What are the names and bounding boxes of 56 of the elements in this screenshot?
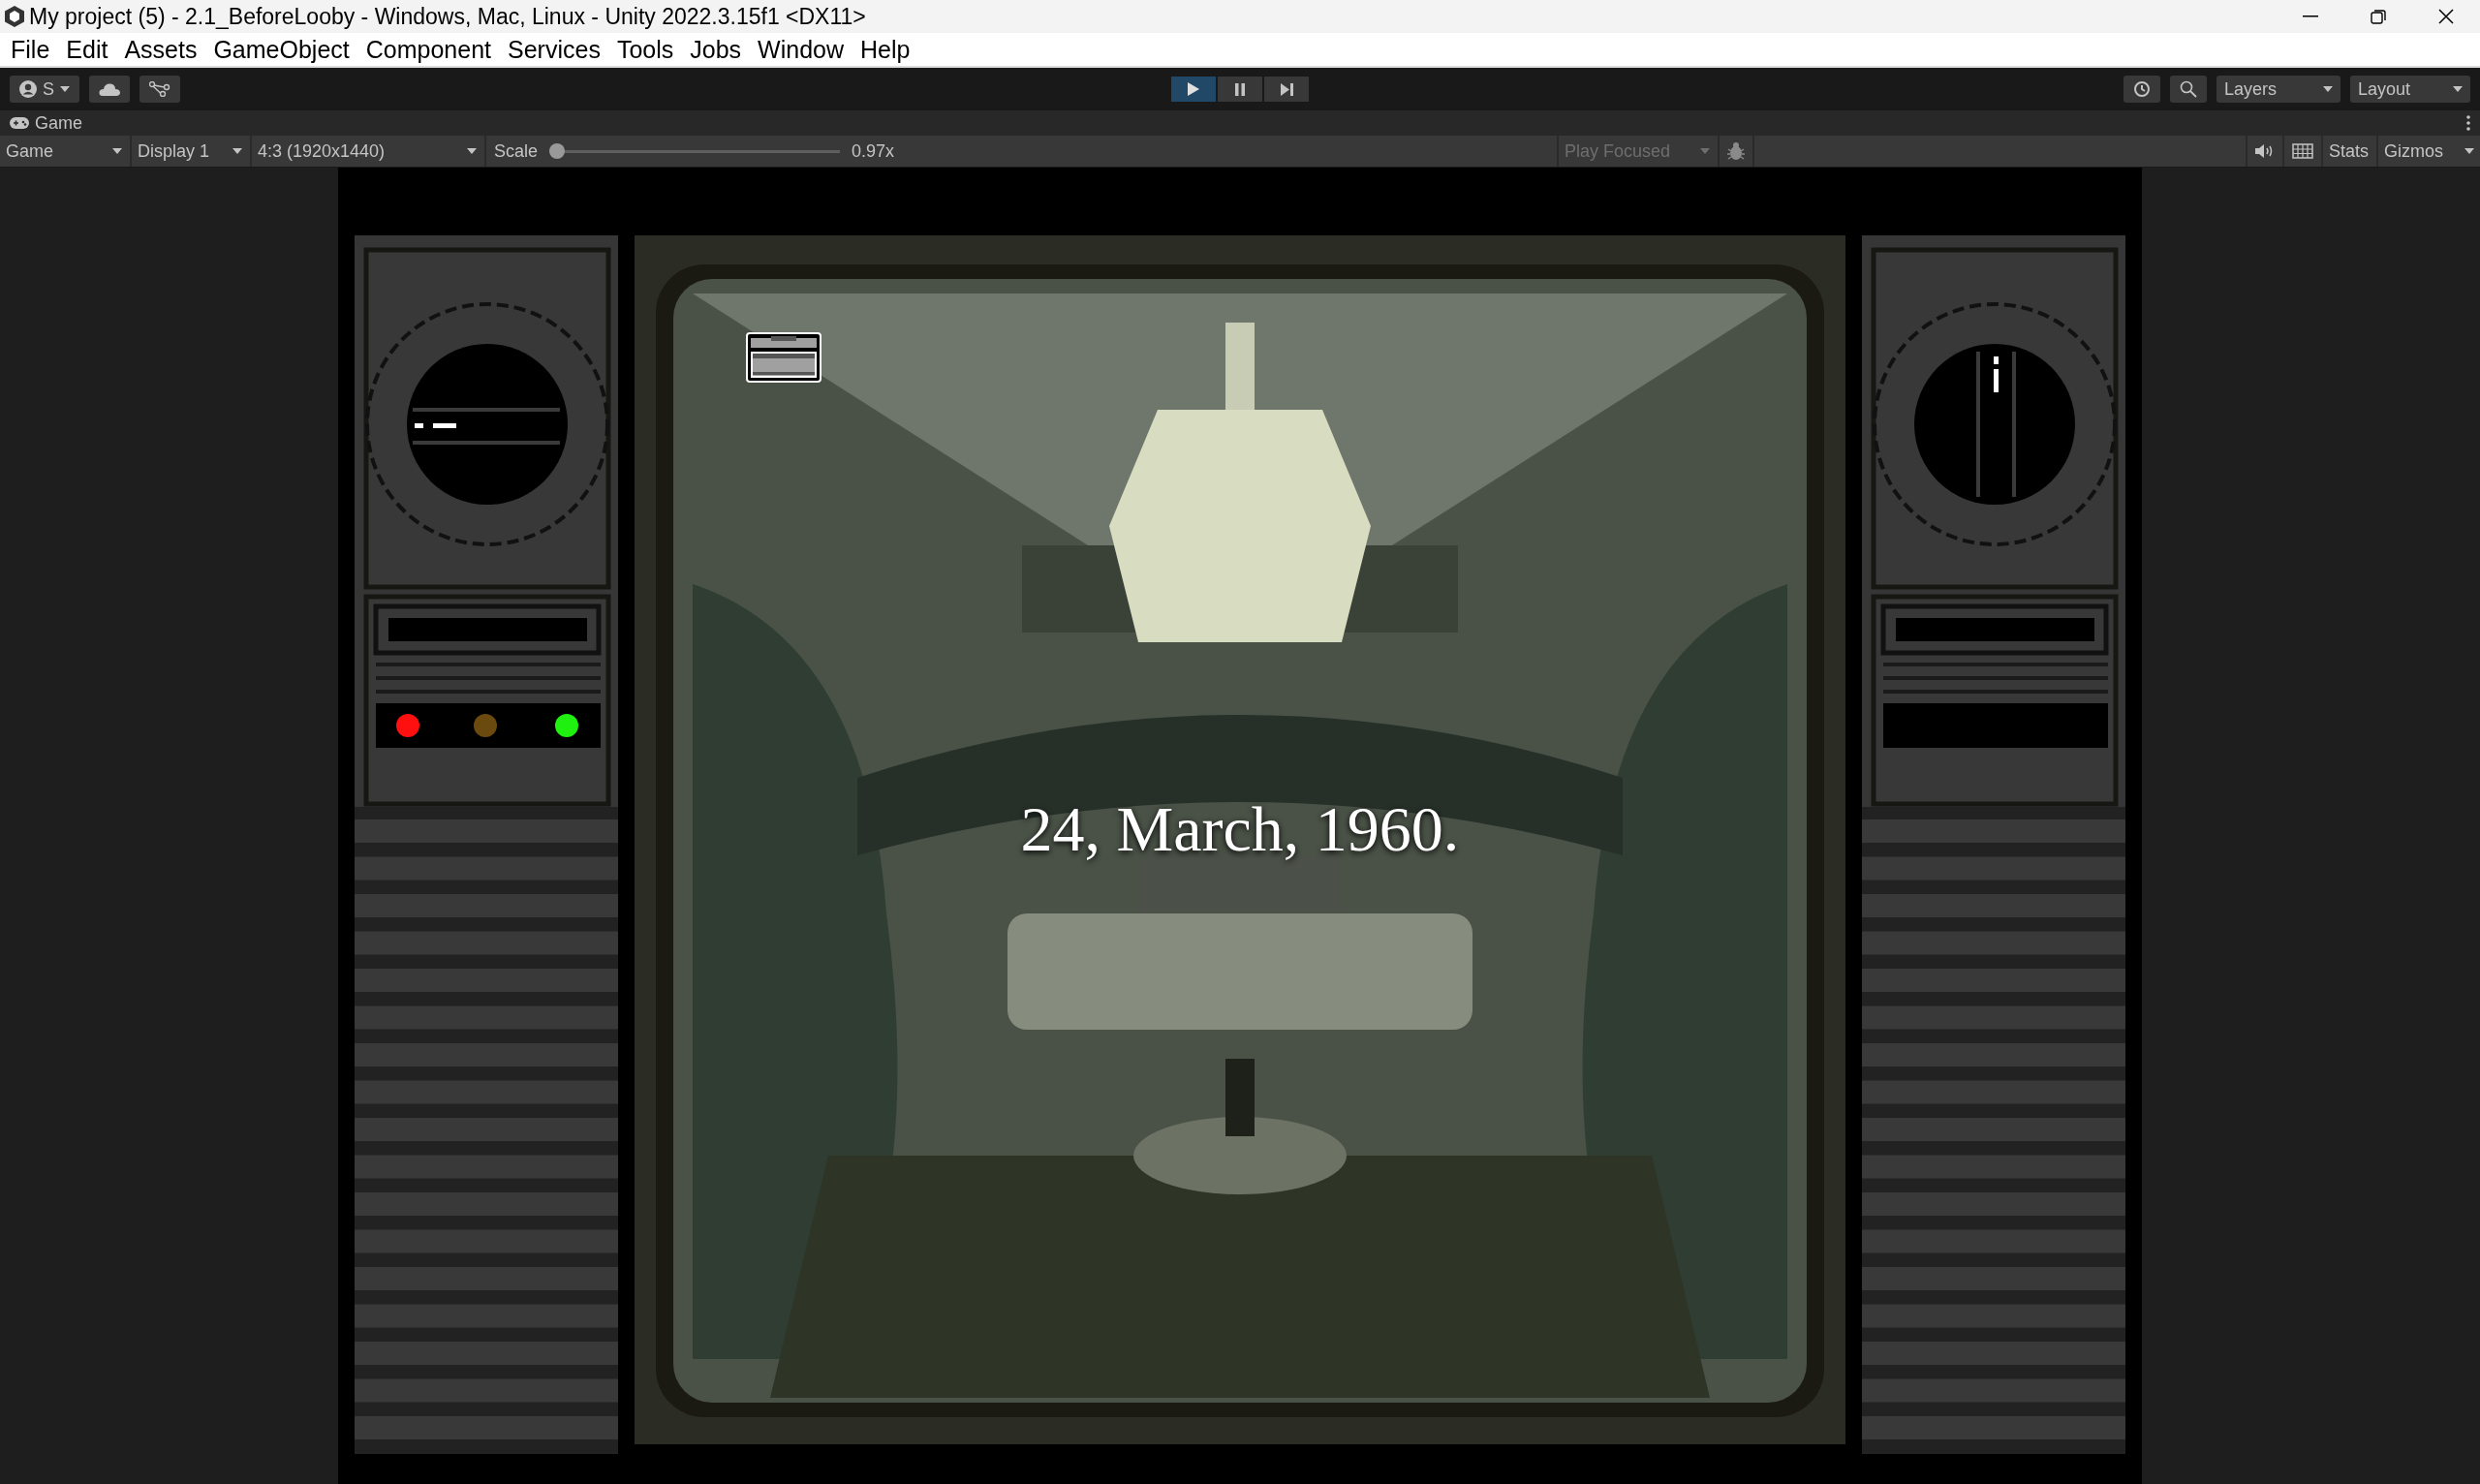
caret-icon: [2323, 86, 2333, 92]
window-title: My project (5) - 2.1_BeforeLooby - Windows, Mac, Linux - Unity 2022.3.15f1 <DX11>: [29, 3, 867, 30]
display-dropdown[interactable]: Display 1: [132, 136, 252, 167]
branch-icon: [149, 81, 170, 97]
cloud-icon: [99, 82, 120, 96]
account-icon: [19, 80, 37, 98]
stats-button[interactable]: Stats: [2320, 136, 2378, 167]
layers-dropdown[interactable]: Layers: [2216, 76, 2340, 103]
account-button[interactable]: S: [10, 76, 79, 103]
play-button[interactable]: [1171, 77, 1216, 102]
version-control-button[interactable]: [140, 76, 180, 103]
date-caption: 24, March, 1960.: [1019, 792, 1461, 866]
caret-icon: [467, 148, 477, 154]
menu-item[interactable]: GameObject: [208, 35, 361, 64]
caret-icon: [2453, 86, 2463, 92]
cloud-button[interactable]: [89, 76, 130, 103]
play-icon: [1188, 82, 1199, 96]
audio-icon[interactable]: [2254, 143, 2275, 159]
search-button[interactable]: [2170, 76, 2207, 103]
scale-value: 0.97x: [852, 140, 895, 162]
caret-icon: [2464, 148, 2474, 154]
minimize-icon: [2303, 15, 2318, 17]
bug-icon[interactable]: [1727, 141, 1746, 161]
game-tab[interactable]: Game: [10, 112, 83, 134]
slider-thumb[interactable]: [549, 143, 566, 159]
history-button[interactable]: [2124, 76, 2160, 103]
menu-item[interactable]: Help: [855, 35, 922, 64]
menu-item[interactable]: File: [6, 35, 62, 64]
caret-icon: [232, 148, 242, 154]
caret-icon: [112, 148, 122, 154]
restore-icon: [2371, 9, 2386, 24]
caret-icon: [60, 86, 70, 92]
layout-dropdown[interactable]: Layout: [2350, 76, 2470, 103]
menu-item[interactable]: Tools: [611, 35, 686, 64]
search-icon: [2180, 80, 2197, 98]
unity-logo-icon: [4, 5, 25, 28]
scale-label: Scale: [494, 140, 539, 162]
step-button[interactable]: [1264, 77, 1309, 102]
pause-button[interactable]: [1218, 77, 1262, 102]
menu-item[interactable]: Services: [503, 35, 612, 64]
keyboard-icon[interactable]: [2291, 143, 2313, 159]
gizmos-dropdown[interactable]: Gizmos: [2378, 136, 2480, 167]
step-icon: [1280, 82, 1293, 96]
more-options-icon[interactable]: [2466, 115, 2470, 131]
menu-item[interactable]: Edit: [61, 35, 120, 64]
menu-item[interactable]: Assets: [119, 35, 209, 64]
caret-icon: [1700, 148, 1711, 154]
view-mode-dropdown[interactable]: Game: [0, 136, 132, 167]
gamepad-icon: [10, 117, 29, 129]
history-icon: [2133, 80, 2151, 98]
close-icon: [2438, 9, 2454, 24]
menu-item[interactable]: Component: [360, 35, 503, 64]
menu-item[interactable]: Jobs: [685, 35, 754, 64]
briefcase-icon[interactable]: [746, 332, 822, 383]
menu-item[interactable]: Window: [753, 35, 855, 64]
pause-icon: [1235, 82, 1245, 96]
